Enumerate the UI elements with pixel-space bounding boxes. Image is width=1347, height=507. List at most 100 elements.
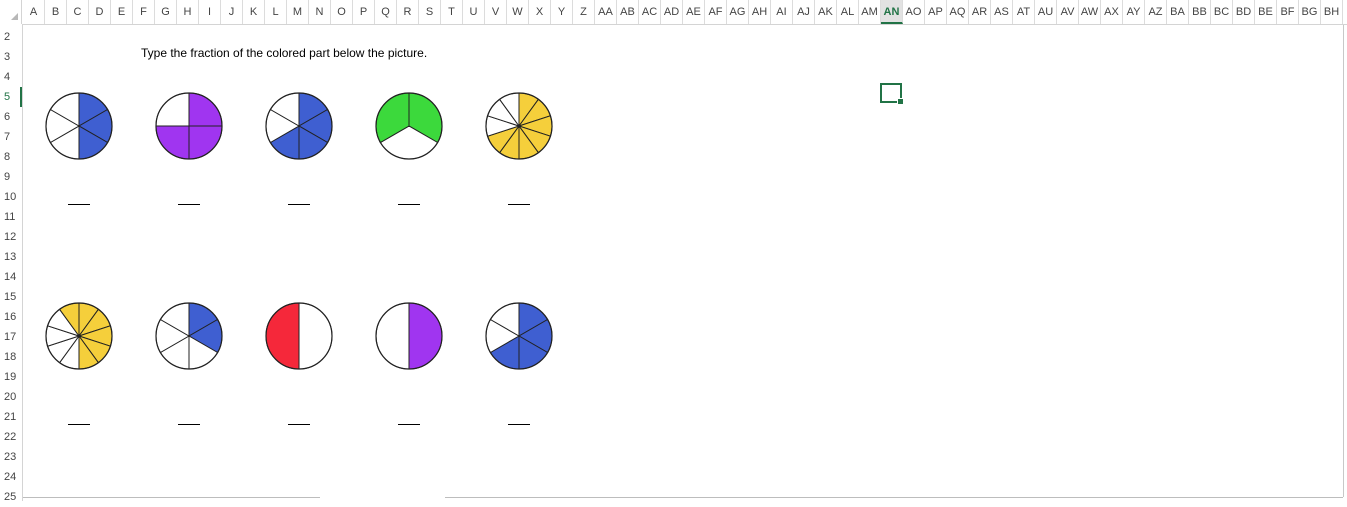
column-header-i[interactable]: I <box>199 0 221 24</box>
row-header-25[interactable]: 25 <box>0 487 22 507</box>
column-header-z[interactable]: Z <box>573 0 595 24</box>
fraction-pie-2-4[interactable] <box>374 301 444 371</box>
answer-blank-2-2[interactable] <box>178 424 200 425</box>
column-header-g[interactable]: G <box>155 0 177 24</box>
column-header-u[interactable]: U <box>463 0 485 24</box>
row-header-19[interactable]: 19 <box>0 367 22 387</box>
column-header-ai[interactable]: AI <box>771 0 793 24</box>
column-header-au[interactable]: AU <box>1035 0 1057 24</box>
row-header-15[interactable]: 15 <box>0 287 22 307</box>
fraction-pie-1-5[interactable] <box>484 91 554 161</box>
row-header-12[interactable]: 12 <box>0 227 22 247</box>
column-header-al[interactable]: AL <box>837 0 859 24</box>
column-header-bc[interactable]: BC <box>1211 0 1233 24</box>
row-header-18[interactable]: 18 <box>0 347 22 367</box>
column-header-bd[interactable]: BD <box>1233 0 1255 24</box>
column-header-w[interactable]: W <box>507 0 529 24</box>
column-header-ar[interactable]: AR <box>969 0 991 24</box>
column-header-ab[interactable]: AB <box>617 0 639 24</box>
column-header-av[interactable]: AV <box>1057 0 1079 24</box>
column-header-n[interactable]: N <box>309 0 331 24</box>
row-header-17[interactable]: 17 <box>0 327 22 347</box>
fraction-pie-1-3[interactable] <box>264 91 334 161</box>
column-header-aq[interactable]: AQ <box>947 0 969 24</box>
column-header-aw[interactable]: AW <box>1079 0 1101 24</box>
column-header-af[interactable]: AF <box>705 0 727 24</box>
fraction-pie-1-1[interactable] <box>44 91 114 161</box>
column-header-ak[interactable]: AK <box>815 0 837 24</box>
column-header-ac[interactable]: AC <box>639 0 661 24</box>
column-header-bg[interactable]: BG <box>1299 0 1321 24</box>
column-header-h[interactable]: H <box>177 0 199 24</box>
row-header-23[interactable]: 23 <box>0 447 22 467</box>
column-header-bf[interactable]: BF <box>1277 0 1299 24</box>
row-header-10[interactable]: 10 <box>0 187 22 207</box>
column-header-ba[interactable]: BA <box>1167 0 1189 24</box>
fraction-pie-2-5[interactable] <box>484 301 554 371</box>
column-header-az[interactable]: AZ <box>1145 0 1167 24</box>
column-header-k[interactable]: K <box>243 0 265 24</box>
row-header-11[interactable]: 11 <box>0 207 22 227</box>
column-header-l[interactable]: L <box>265 0 287 24</box>
column-header-ae[interactable]: AE <box>683 0 705 24</box>
column-header-ad[interactable]: AD <box>661 0 683 24</box>
column-header-c[interactable]: C <box>67 0 89 24</box>
column-header-ah[interactable]: AH <box>749 0 771 24</box>
answer-blank-2-3[interactable] <box>288 424 310 425</box>
row-header-4[interactable]: 4 <box>0 67 22 87</box>
fraction-pie-2-2[interactable] <box>154 301 224 371</box>
row-header-16[interactable]: 16 <box>0 307 22 327</box>
row-header-3[interactable]: 3 <box>0 47 22 67</box>
answer-blank-1-2[interactable] <box>178 204 200 205</box>
row-header-14[interactable]: 14 <box>0 267 22 287</box>
column-header-a[interactable]: A <box>23 0 45 24</box>
row-header-21[interactable]: 21 <box>0 407 22 427</box>
row-header-13[interactable]: 13 <box>0 247 22 267</box>
row-header-2[interactable]: 2 <box>0 27 22 47</box>
row-header-24[interactable]: 24 <box>0 467 22 487</box>
answer-blank-2-1[interactable] <box>68 424 90 425</box>
column-header-am[interactable]: AM <box>859 0 881 24</box>
fraction-pie-1-2[interactable] <box>154 91 224 161</box>
column-header-aa[interactable]: AA <box>595 0 617 24</box>
column-header-v[interactable]: V <box>485 0 507 24</box>
column-header-s[interactable]: S <box>419 0 441 24</box>
column-header-bb[interactable]: BB <box>1189 0 1211 24</box>
active-cell-selection[interactable] <box>880 83 904 105</box>
column-header-t[interactable]: T <box>441 0 463 24</box>
column-header-j[interactable]: J <box>221 0 243 24</box>
answer-blank-1-5[interactable] <box>508 204 530 205</box>
column-header-aj[interactable]: AJ <box>793 0 815 24</box>
answer-blank-2-4[interactable] <box>398 424 420 425</box>
row-header-5[interactable]: 5 <box>0 87 22 107</box>
fraction-pie-2-3[interactable] <box>264 301 334 371</box>
fraction-pie-2-1[interactable] <box>44 301 114 371</box>
column-header-f[interactable]: F <box>133 0 155 24</box>
column-header-ay[interactable]: AY <box>1123 0 1145 24</box>
column-header-q[interactable]: Q <box>375 0 397 24</box>
answer-blank-1-1[interactable] <box>68 204 90 205</box>
column-header-ag[interactable]: AG <box>727 0 749 24</box>
column-header-p[interactable]: P <box>353 0 375 24</box>
row-header-9[interactable]: 9 <box>0 167 22 187</box>
column-header-at[interactable]: AT <box>1013 0 1035 24</box>
row-header-8[interactable]: 8 <box>0 147 22 167</box>
column-header-an[interactable]: AN <box>881 0 903 24</box>
answer-blank-1-4[interactable] <box>398 204 420 205</box>
row-header-7[interactable]: 7 <box>0 127 22 147</box>
column-header-as[interactable]: AS <box>991 0 1013 24</box>
answer-blank-1-3[interactable] <box>288 204 310 205</box>
column-header-m[interactable]: M <box>287 0 309 24</box>
row-header-6[interactable]: 6 <box>0 107 22 127</box>
sheet-tabs-area[interactable] <box>23 497 320 502</box>
column-header-b[interactable]: B <box>45 0 67 24</box>
column-header-ap[interactable]: AP <box>925 0 947 24</box>
horizontal-scrollbar[interactable] <box>445 497 1343 502</box>
select-all-corner[interactable] <box>0 0 22 24</box>
fill-handle[interactable] <box>897 98 904 105</box>
column-header-o[interactable]: O <box>331 0 353 24</box>
fraction-pie-1-4[interactable] <box>374 91 444 161</box>
column-header-be[interactable]: BE <box>1255 0 1277 24</box>
column-header-bh[interactable]: BH <box>1321 0 1343 24</box>
answer-blank-2-5[interactable] <box>508 424 530 425</box>
